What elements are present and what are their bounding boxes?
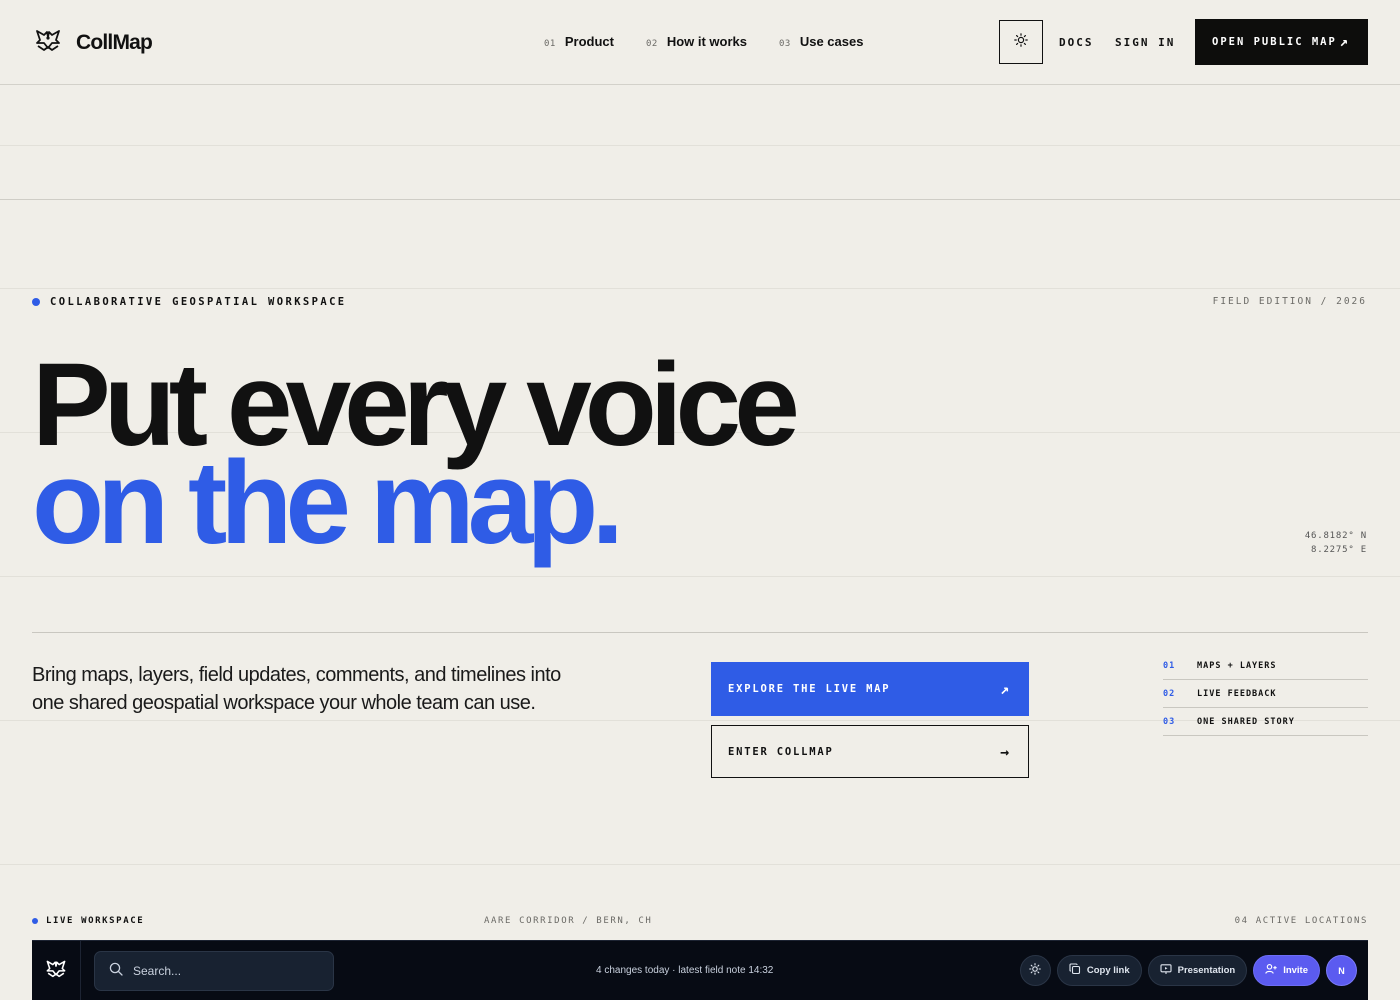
app-logo[interactable] bbox=[32, 941, 81, 1000]
feature-label: ONE SHARED STORY bbox=[1197, 716, 1295, 727]
invite-label: Invite bbox=[1283, 965, 1308, 976]
coordinates-readout: 46.8182° N 8.2275° E bbox=[1305, 529, 1367, 557]
feature-item: 03 ONE SHARED STORY bbox=[1163, 708, 1368, 736]
search-icon bbox=[109, 962, 123, 981]
nav-label: Product bbox=[564, 34, 614, 49]
workspace-location: AARE CORRIDOR / BERN, CH bbox=[484, 916, 653, 926]
nav-number: 02 bbox=[645, 39, 658, 49]
grid-line bbox=[0, 145, 1400, 146]
feature-label: LIVE FEEDBACK bbox=[1197, 688, 1277, 699]
feature-number: 02 bbox=[1163, 688, 1176, 699]
avatar[interactable]: N bbox=[1326, 955, 1357, 986]
main-nav: 01 Product 02 How it works 03 Use cases bbox=[544, 34, 863, 49]
presentation-button[interactable]: Presentation bbox=[1147, 955, 1248, 986]
sun-icon bbox=[1014, 32, 1028, 52]
brand-logo[interactable]: CollMap bbox=[34, 28, 153, 57]
theme-toggle-button[interactable] bbox=[999, 20, 1043, 64]
app-theme-toggle-button[interactable] bbox=[1019, 955, 1051, 986]
site-header: CollMap 01 Product 02 How it works 03 Us… bbox=[0, 0, 1400, 85]
logo-icon bbox=[34, 28, 62, 57]
nav-number: 01 bbox=[544, 39, 556, 49]
arrow-up-right-icon: ↗ bbox=[1000, 680, 1011, 698]
open-public-map-button[interactable]: OPEN PUBLIC MAP ↗ bbox=[1195, 19, 1368, 65]
hero-description: Bring maps, layers, field updates, comme… bbox=[32, 664, 561, 714]
status-dot-icon bbox=[32, 298, 40, 306]
live-workspace-label: LIVE WORKSPACE bbox=[32, 916, 144, 926]
presentation-icon bbox=[1160, 963, 1172, 978]
sun-icon bbox=[1029, 963, 1042, 978]
live-workspace-text: LIVE WORKSPACE bbox=[46, 916, 145, 926]
coordinate-latitude: 46.8182° N bbox=[1304, 531, 1367, 541]
coordinate-longitude: 8.2275° E bbox=[1311, 545, 1367, 555]
nav-label: How it works bbox=[666, 34, 747, 49]
grid-line bbox=[0, 864, 1400, 865]
feature-item: 01 MAPS + LAYERS bbox=[1163, 652, 1368, 680]
edition-label: FIELD EDITION / 2026 bbox=[1212, 296, 1367, 307]
arrow-right-icon: → bbox=[1000, 742, 1011, 761]
active-locations-count: 04 ACTIVE LOCATIONS bbox=[1234, 916, 1368, 926]
feature-number: 03 bbox=[1163, 716, 1176, 727]
nav-item-how-it-works[interactable]: 02 How it works bbox=[646, 34, 747, 49]
change-status: 4 changes today · latest field note 14:3… bbox=[596, 965, 774, 976]
nav-label: Use cases bbox=[799, 34, 864, 49]
button-label: ENTER COLLMAP bbox=[728, 745, 834, 758]
live-dot-icon bbox=[32, 918, 38, 924]
invite-button[interactable]: Invite bbox=[1253, 955, 1320, 986]
explore-live-map-button[interactable]: EXPLORE THE LIVE MAP ↗ bbox=[711, 662, 1029, 716]
enter-collmap-button[interactable]: ENTER COLLMAP → bbox=[711, 725, 1029, 778]
nav-item-product[interactable]: 01 Product bbox=[544, 34, 614, 49]
workspace-meta-bar: LIVE WORKSPACE AARE CORRIDOR / BERN, CH … bbox=[32, 916, 1368, 930]
copy-link-button[interactable]: Copy link bbox=[1056, 955, 1142, 986]
feature-list: 01 MAPS + LAYERS 02 LIVE FEEDBACK 03 ONE… bbox=[1163, 652, 1368, 736]
button-label: EXPLORE THE LIVE MAP bbox=[728, 683, 891, 695]
grid-line bbox=[0, 576, 1400, 577]
copy-icon bbox=[1069, 963, 1081, 978]
hero-eyebrow: COLLABORATIVE GEOSPATIAL WORKSPACE bbox=[32, 296, 347, 308]
docs-link[interactable]: DOCS bbox=[1059, 36, 1094, 49]
arrow-up-right-icon: ↗ bbox=[1339, 34, 1350, 50]
brand-name: CollMap bbox=[76, 30, 153, 54]
search-input[interactable] bbox=[133, 964, 323, 978]
hero-headline: Put every voice on the map. bbox=[32, 346, 800, 562]
user-plus-icon bbox=[1265, 963, 1277, 978]
eyebrow-text: COLLABORATIVE GEOSPATIAL WORKSPACE bbox=[50, 296, 347, 308]
feature-label: MAPS + LAYERS bbox=[1197, 660, 1277, 671]
feature-item: 02 LIVE FEEDBACK bbox=[1163, 680, 1368, 708]
feature-number: 01 bbox=[1163, 660, 1176, 671]
copy-link-label: Copy link bbox=[1086, 965, 1130, 976]
app-preview-toolbar: 4 changes today · latest field note 14:3… bbox=[32, 940, 1368, 1000]
grid-line bbox=[0, 288, 1400, 289]
sign-in-link[interactable]: SIGN IN bbox=[1115, 36, 1175, 49]
toolbar-actions: Copy link Presentation Invite N bbox=[1019, 955, 1357, 986]
search-box[interactable] bbox=[94, 951, 334, 991]
grid-line bbox=[0, 199, 1400, 200]
open-map-label: OPEN PUBLIC MAP bbox=[1212, 36, 1337, 48]
logo-icon bbox=[45, 959, 67, 983]
hero-divider bbox=[32, 632, 1368, 633]
presentation-label: Presentation bbox=[1177, 965, 1236, 976]
nav-number: 03 bbox=[779, 39, 791, 49]
nav-item-use-cases[interactable]: 03 Use cases bbox=[779, 34, 863, 49]
